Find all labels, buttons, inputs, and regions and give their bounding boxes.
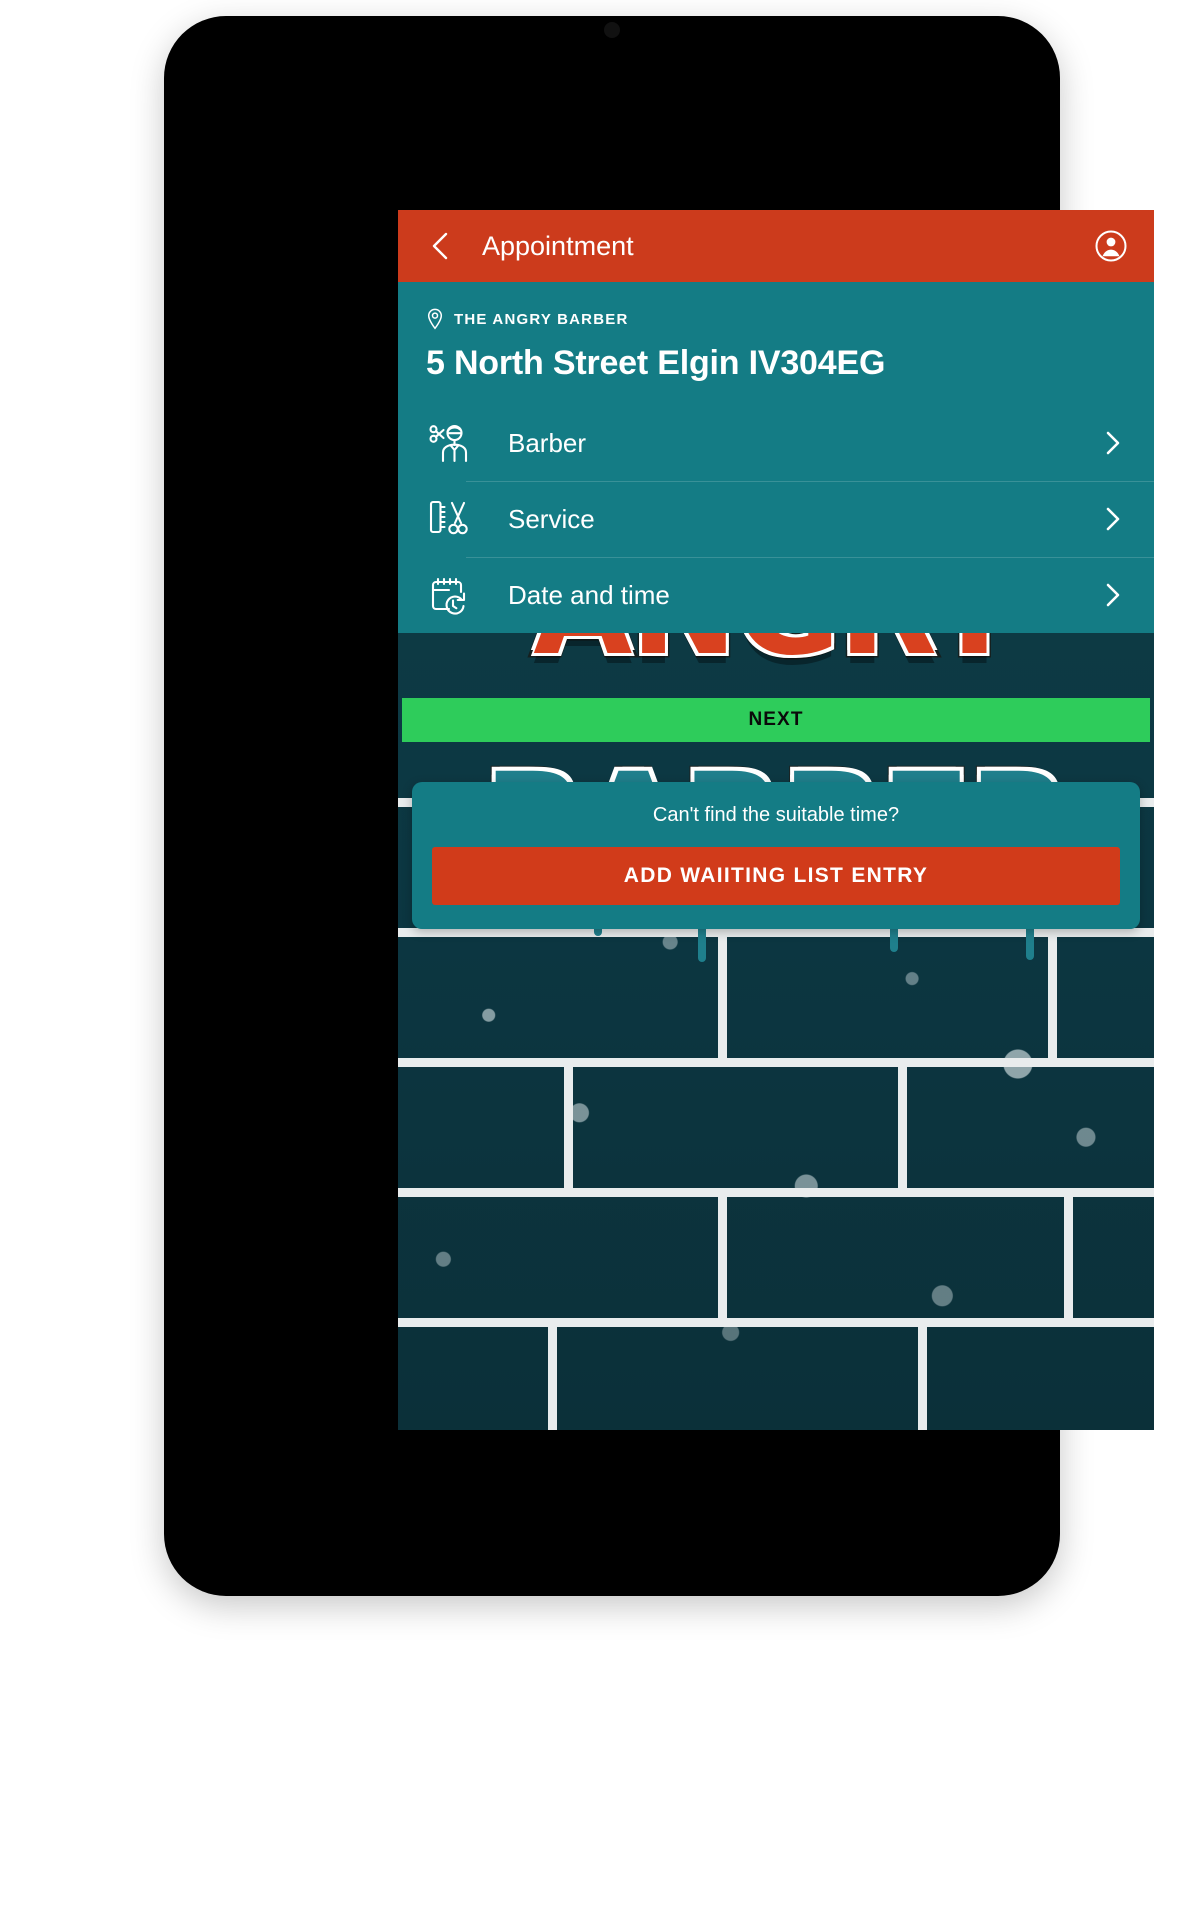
brick-mortar-joint — [898, 1058, 907, 1188]
account-circle-icon — [1094, 229, 1128, 263]
add-waiting-list-entry-button[interactable]: ADD WAIITING LIST ENTRY — [432, 847, 1120, 905]
selection-row-service[interactable]: Service — [398, 481, 1154, 557]
next-button-label: NEXT — [748, 709, 804, 730]
chevron-right-icon — [1100, 430, 1126, 456]
venue-header: THE ANGRY BARBER 5 North Street Elgin IV… — [398, 282, 1154, 405]
back-button[interactable] — [420, 226, 460, 266]
selection-row-date-time[interactable]: Date and time — [398, 557, 1154, 633]
brick-mortar-joint — [918, 1318, 927, 1430]
waiting-list-prompt: Can't find the suitable time? — [652, 804, 900, 826]
brick-mortar-row — [398, 1058, 1154, 1067]
brick-mortar-joint — [564, 1058, 573, 1188]
barber-person-icon — [426, 420, 472, 466]
brick-mortar-joint — [1064, 1188, 1073, 1318]
brick-mortar-joint — [548, 1318, 557, 1430]
brick-mortar-joint — [1048, 928, 1057, 1058]
phone-screen: ANGRY — [398, 210, 1154, 1430]
location-pin-icon — [426, 308, 444, 330]
brick-mortar-row — [398, 928, 1154, 937]
brick-mortar-joint — [718, 1188, 727, 1318]
phone-device-frame: ANGRY — [164, 16, 1154, 1596]
page-title: Appointment — [482, 230, 634, 261]
front-camera-dot — [604, 22, 620, 38]
brick-mortar-row — [398, 1188, 1154, 1197]
selection-row-label: Barber — [508, 427, 587, 458]
selection-row-barber[interactable]: Barber — [398, 405, 1154, 481]
chevron-right-icon — [1100, 582, 1126, 608]
brick-mortar-row — [398, 1318, 1154, 1327]
next-button[interactable]: NEXT — [402, 698, 1150, 742]
venue-address: 5 North Street Elgin IV304EG — [426, 344, 886, 382]
calendar-clock-icon — [426, 572, 472, 618]
app-bar: Appointment — [398, 210, 1154, 282]
selection-row-label: Service — [508, 503, 595, 534]
chevron-left-icon — [427, 231, 453, 261]
waiting-list-card: Can't find the suitable time? ADD WAIITI… — [412, 782, 1140, 929]
screenshot-canvas: ANGRY — [0, 0, 1200, 1920]
chevron-right-icon — [1100, 506, 1126, 532]
selection-row-label: Date and time — [508, 579, 670, 610]
venue-name-line: THE ANGRY BARBER — [426, 308, 1126, 330]
venue-name: THE ANGRY BARBER — [454, 310, 629, 328]
appointment-panel: THE ANGRY BARBER 5 North Street Elgin IV… — [398, 282, 1154, 633]
brick-mortar-joint — [718, 928, 727, 1058]
comb-scissors-icon — [426, 496, 472, 542]
account-button[interactable] — [1090, 225, 1132, 267]
